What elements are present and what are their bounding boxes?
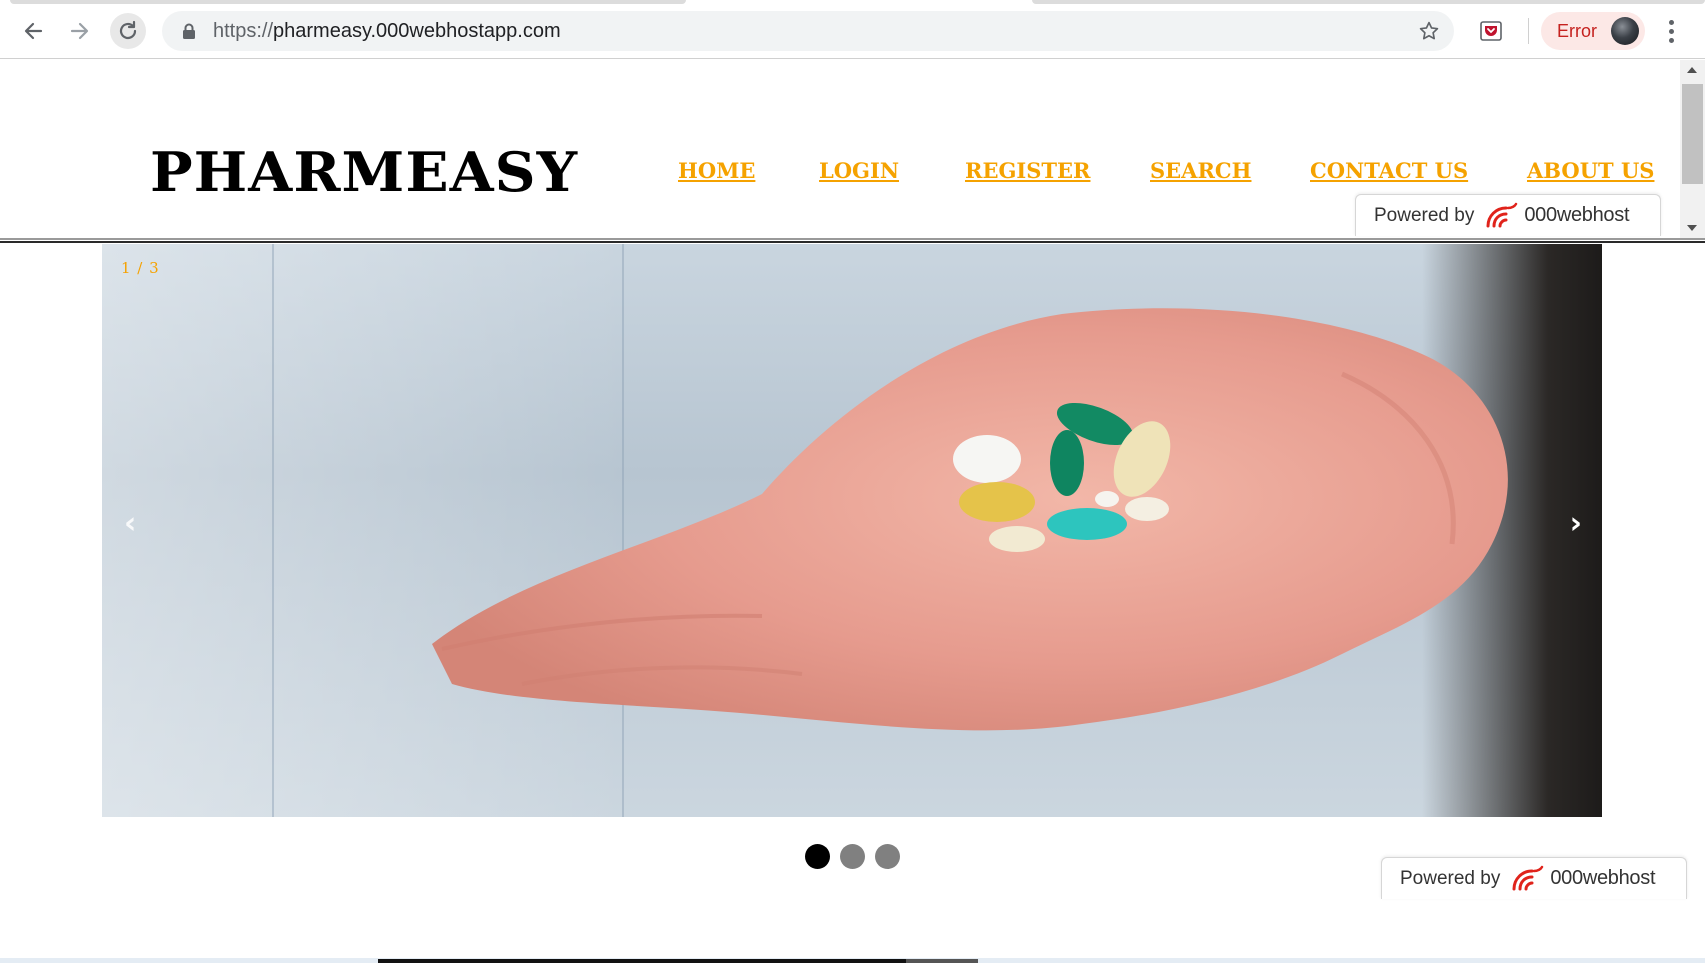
pocket-extension-button[interactable]: [1474, 14, 1508, 48]
image-slideshow: 1 / 3 ‹ ›: [102, 244, 1602, 817]
slide-counter: 1 / 3: [121, 259, 160, 277]
url-text[interactable]: https://pharmeasy.000webhostapp.com: [213, 20, 561, 43]
nav-link-home[interactable]: HOME: [678, 158, 755, 183]
powered-by-text: Powered by: [1374, 204, 1475, 226]
scrollbar-thumb[interactable]: [1682, 84, 1703, 184]
arrow-left-icon: [24, 22, 43, 40]
star-icon[interactable]: [1418, 20, 1440, 42]
000webhost-logo-icon: [1486, 202, 1518, 227]
slide-prev-button[interactable]: ‹: [124, 509, 136, 539]
profile-error-button[interactable]: Error: [1541, 12, 1645, 50]
url-scheme: https://: [213, 20, 274, 42]
page-bottom-edge: [0, 958, 1705, 963]
main-nav: HOME LOGIN REGISTER SEARCH CONTACT US AB…: [0, 158, 1680, 188]
page-viewport: PHARMEASY HOME LOGIN REGISTER SEARCH CON…: [0, 60, 1705, 963]
scroll-up-icon[interactable]: [1687, 67, 1697, 73]
pocket-icon: [1480, 21, 1502, 41]
hand-illustration: [432, 308, 1508, 731]
powered-by-brand: 000webhost: [1550, 867, 1656, 889]
toolbar-separator: [1528, 18, 1529, 44]
nav-link-search[interactable]: SEARCH: [1150, 158, 1251, 183]
powered-by-badge-bottom[interactable]: Powered by 000webhost: [1381, 857, 1687, 899]
hand-holding-pills-image: [102, 244, 1602, 817]
arrow-right-icon: [70, 22, 89, 40]
nav-link-register[interactable]: REGISTER: [965, 158, 1090, 183]
slide-dot-1[interactable]: [805, 844, 830, 869]
avatar: [1611, 17, 1639, 45]
reload-icon: [119, 20, 137, 40]
slide-indicator-dots: [805, 844, 909, 870]
address-bar[interactable]: https://pharmeasy.000webhostapp.com: [162, 11, 1454, 51]
url-host: pharmeasy.000webhostapp.com: [273, 20, 561, 42]
tab-edge: [10, 0, 686, 4]
nav-link-login[interactable]: LOGIN: [819, 158, 899, 183]
reload-button[interactable]: [110, 13, 146, 49]
slide-dot-3[interactable]: [875, 844, 900, 869]
kebab-menu-icon: [1668, 19, 1674, 25]
browser-menu-button[interactable]: [1656, 14, 1686, 48]
browser-toolbar: https://pharmeasy.000webhostapp.com Erro…: [0, 0, 1705, 59]
powered-by-badge[interactable]: Powered by 000webhost: [1355, 194, 1661, 236]
tab-strip: [0, 0, 1705, 5]
header-divider: [0, 238, 1705, 243]
powered-by-brand: 000webhost: [1524, 204, 1630, 226]
header-frame-scrollbar[interactable]: [1680, 60, 1705, 238]
back-button[interactable]: [15, 13, 51, 49]
nav-link-contact-us[interactable]: CONTACT US: [1310, 158, 1468, 183]
lock-icon[interactable]: [182, 23, 196, 40]
forward-button[interactable]: [62, 13, 98, 49]
profile-status-label: Error: [1557, 21, 1597, 41]
slide-next-button[interactable]: ›: [1570, 509, 1582, 539]
scroll-down-icon[interactable]: [1687, 225, 1697, 231]
000webhost-logo-icon: [1512, 865, 1544, 890]
nav-link-about-us[interactable]: ABOUT US: [1527, 158, 1654, 183]
powered-by-text: Powered by: [1400, 867, 1501, 889]
slide-dot-2[interactable]: [840, 844, 865, 869]
site-header: PHARMEASY HOME LOGIN REGISTER SEARCH CON…: [0, 60, 1680, 238]
tab-edge: [1032, 0, 1705, 4]
